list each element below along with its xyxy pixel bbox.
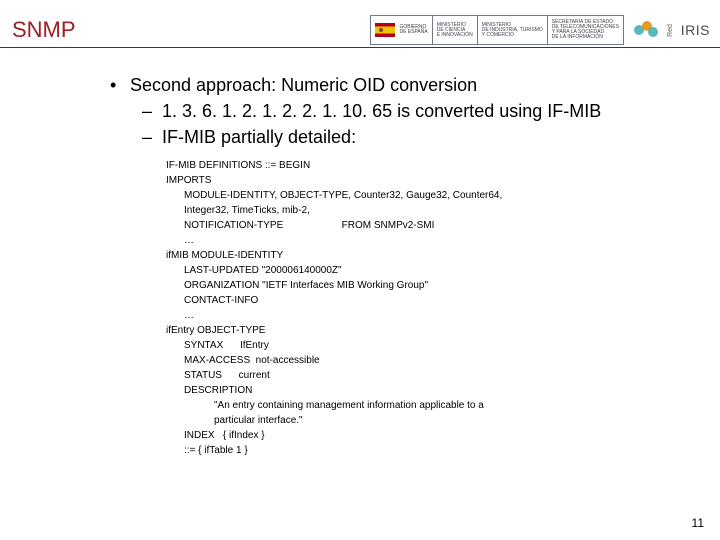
bullet-main: Second approach: Numeric OID conversion … <box>110 74 700 148</box>
code-line: DESCRIPTION <box>166 383 700 398</box>
content: Second approach: Numeric OID conversion … <box>0 74 720 458</box>
code-line: IF-MIB DEFINITIONS ::= BEGIN <box>166 158 700 173</box>
iris-red-text: Red <box>667 24 674 37</box>
code-line: MODULE-IDENTITY, OBJECT-TYPE, Counter32,… <box>166 188 700 203</box>
code-line: IMPORTS <box>166 173 700 188</box>
code-line: CONTACT-INFO <box>166 293 700 308</box>
logo-ministerio-ciencia: MINISTERIO DE CIENCIA E INNOVACIÓN <box>432 15 478 45</box>
spain-flag-icon <box>375 23 395 37</box>
logo-bar: GOBIERNO DE ESPAÑA MINISTERIO DE CIENCIA… <box>370 15 710 45</box>
code-line: particular interface." <box>166 413 700 428</box>
header: SNMP GOBIERNO DE ESPAÑA MINISTERIO DE CI… <box>0 0 720 54</box>
code-line: ORGANIZATION "IETF Interfaces MIB Workin… <box>166 278 700 293</box>
code-span: FROM SNMPv2-SMI <box>342 220 435 231</box>
sub-item-1: 1. 3. 6. 1. 2. 1. 2. 2. 1. 10. 65 is con… <box>136 100 700 122</box>
sub-list: 1. 3. 6. 1. 2. 1. 2. 2. 1. 10. 65 is con… <box>130 100 700 148</box>
bullet-main-text: Second approach: Numeric OID conversion <box>130 75 477 95</box>
slide-title: SNMP <box>12 17 76 43</box>
code-span: NOTIFICATION-TYPE <box>184 220 283 231</box>
bullet-list: Second approach: Numeric OID conversion … <box>110 74 700 148</box>
logo-secretaria: SECRETARÍA DE ESTADO DE TELECOMUNICACION… <box>547 15 624 45</box>
logo-rediris: Red IRIS <box>634 21 710 39</box>
code-line: "An entry containing management informat… <box>166 398 700 413</box>
code-line: ifEntry OBJECT-TYPE <box>166 323 700 338</box>
logo-ministerio-industria: MINISTERIO DE INDUSTRIA, TURISMO Y COMER… <box>477 15 548 45</box>
logo-gobierno: GOBIERNO DE ESPAÑA <box>370 15 432 45</box>
mib-code-block: IF-MIB DEFINITIONS ::= BEGIN IMPORTS MOD… <box>166 158 700 458</box>
code-line: … <box>166 233 700 248</box>
code-line: STATUS current <box>166 368 700 383</box>
logo-gobierno-text: GOBIERNO DE ESPAÑA <box>399 25 427 35</box>
code-line: … <box>166 308 700 323</box>
logo-ministerio-ciencia-text: MINISTERIO DE CIENCIA E INNOVACIÓN <box>437 23 473 38</box>
iris-swirl-icon <box>634 21 660 39</box>
code-line: ifMIB MODULE-IDENTITY <box>166 248 700 263</box>
header-rule <box>0 47 720 48</box>
code-line: MAX-ACCESS not-accessible <box>166 353 700 368</box>
sub-item-2: IF-MIB partially detailed: <box>136 126 700 148</box>
code-line: SYNTAX IfEntry <box>166 338 700 353</box>
iris-word-text: IRIS <box>681 22 710 38</box>
iris-label: Red IRIS <box>664 22 710 38</box>
code-line: INDEX { ifIndex } <box>166 428 700 443</box>
page-number: 11 <box>692 516 704 530</box>
code-line: LAST-UPDATED "200006140000Z" <box>166 263 700 278</box>
logo-secretaria-text: SECRETARÍA DE ESTADO DE TELECOMUNICACION… <box>552 20 619 40</box>
code-gap <box>283 220 341 231</box>
logo-ministerio-industria-text: MINISTERIO DE INDUSTRIA, TURISMO Y COMER… <box>482 23 543 38</box>
code-line: Integer32, TimeTicks, mib-2, <box>166 203 700 218</box>
code-line: ::= { ifTable 1 } <box>166 443 700 458</box>
code-line: NOTIFICATION-TYPE FROM SNMPv2-SMI <box>166 218 700 233</box>
slide: SNMP GOBIERNO DE ESPAÑA MINISTERIO DE CI… <box>0 0 720 540</box>
